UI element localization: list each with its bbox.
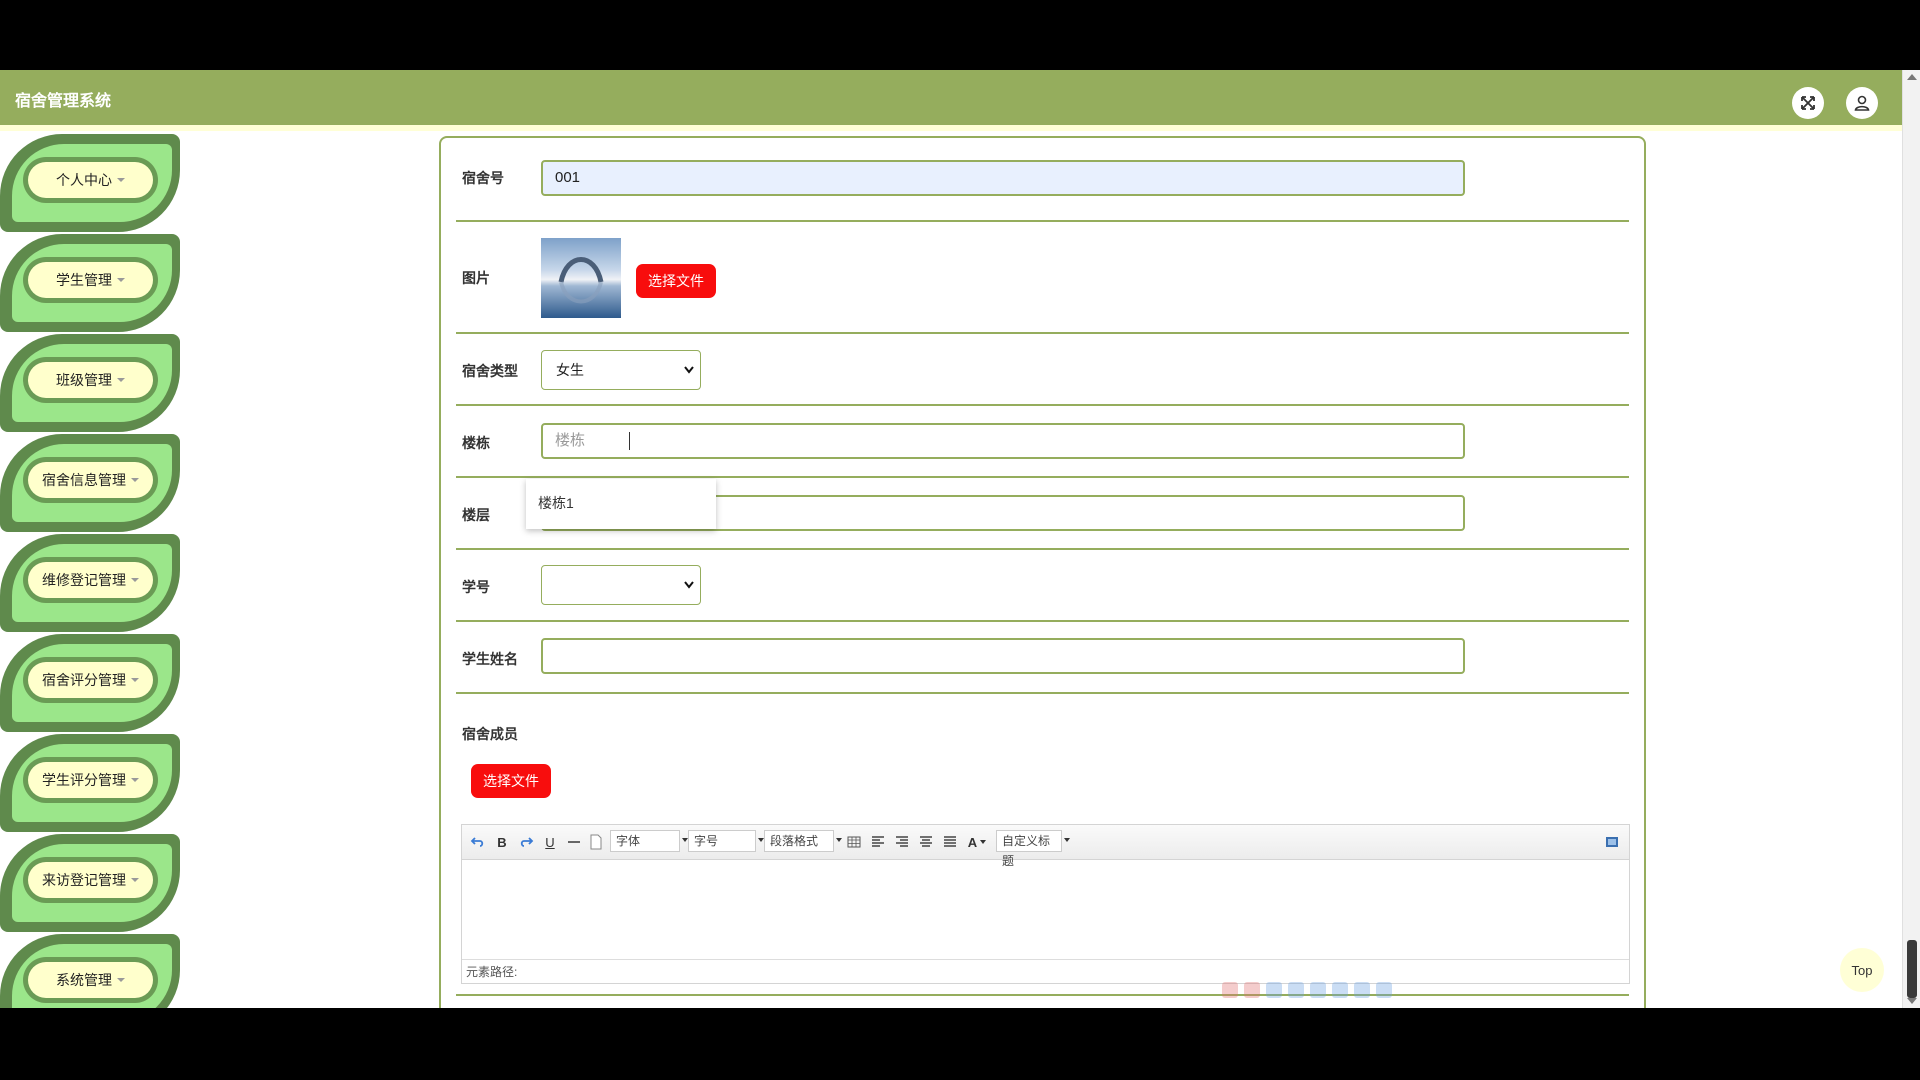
chevron-down-icon (684, 366, 694, 374)
fullscreen-button[interactable] (1792, 87, 1824, 119)
sidebar-item-label: 学生评分管理 (28, 762, 153, 798)
redo-icon[interactable] (518, 833, 534, 851)
sidebar-item-visitor-management[interactable]: 来访登记管理 (0, 834, 180, 934)
horizontal-rule-icon[interactable] (566, 833, 582, 851)
custom-title-combo[interactable]: 自定义标题 (996, 830, 1070, 868)
caret-down-icon (131, 678, 139, 682)
scrollbar-thumb[interactable] (1907, 940, 1917, 998)
app-title: 宿舍管理系统 (15, 93, 112, 110)
caret-down-icon (117, 378, 125, 382)
ime-toolbar (1222, 982, 1392, 1002)
undo-icon[interactable] (470, 833, 486, 851)
caret-down-icon (131, 578, 139, 582)
dorm-no-label: 宿舍号 (462, 170, 504, 186)
dorm-type-selected: 女生 (556, 362, 584, 378)
sidebar-item-label: 班级管理 (28, 362, 153, 398)
user-button[interactable] (1846, 87, 1878, 119)
student-no-select[interactable] (541, 565, 701, 605)
underline-button[interactable]: U (542, 833, 558, 851)
scroll-up-icon[interactable] (1907, 74, 1917, 80)
floor-label: 楼层 (462, 507, 490, 523)
members-choose-file-button[interactable]: 选择文件 (471, 764, 551, 798)
image-label: 图片 (462, 270, 490, 286)
caret-down-icon (117, 278, 125, 282)
element-path-bar: 元素路径: (462, 959, 1629, 983)
fullscreen-editor-icon[interactable] (1604, 833, 1620, 851)
sidebar-item-student-rating-management[interactable]: 学生评分管理 (0, 734, 180, 834)
align-left-icon[interactable] (870, 833, 886, 851)
new-document-icon[interactable] (588, 833, 604, 851)
caret-down-icon (117, 978, 125, 982)
building-placeholder: 楼栋 (555, 432, 586, 449)
sidebar-item-dorm-info-management[interactable]: 宿舍信息管理 (0, 434, 180, 534)
align-justify-icon[interactable] (942, 833, 958, 851)
image-choose-file-button[interactable]: 选择文件 (636, 264, 716, 298)
font-color-button[interactable]: A (966, 833, 988, 851)
user-icon (1854, 95, 1870, 111)
sidebar-item-class-management[interactable]: 班级管理 (0, 334, 180, 434)
align-center-icon[interactable] (918, 833, 934, 851)
sidebar-item-label: 宿舍信息管理 (28, 462, 153, 498)
caret-down-icon (131, 878, 139, 882)
form-row-image: 图片 选择文件 (456, 222, 1629, 334)
building-suggestion-dropdown: 楼栋1 (526, 479, 716, 529)
bridge-image (558, 257, 604, 304)
form-row-dorm-type: 宿舍类型 女生 (456, 334, 1629, 406)
editor-content-area[interactable] (462, 860, 1629, 958)
form-divider (456, 994, 1629, 996)
top-header: 宿舍管理系统 (0, 70, 1902, 125)
dorm-form-card: 宿舍号 001 图片 选择文件 宿舍类型 女生 楼栋 楼栋 楼栋1 楼层 学号 … (439, 136, 1646, 1008)
font-size-combo[interactable]: 字号 (688, 830, 764, 852)
page-scrollbar[interactable] (1902, 70, 1920, 1008)
caret-down-icon (131, 478, 139, 482)
combo-arrow-icon (836, 838, 842, 842)
table-icon[interactable] (846, 833, 862, 851)
sidebar-item-label: 来访登记管理 (28, 862, 153, 898)
fullscreen-icon (1801, 96, 1815, 110)
dorm-type-select[interactable]: 女生 (541, 350, 701, 390)
caret-down-icon (117, 178, 125, 182)
back-to-top-button[interactable]: Top (1840, 948, 1884, 992)
sidebar-item-label: 宿舍评分管理 (28, 662, 153, 698)
building-label: 楼栋 (462, 435, 490, 451)
align-right-icon[interactable] (894, 833, 910, 851)
sidebar-item-repair-management[interactable]: 维修登记管理 (0, 534, 180, 634)
form-row-building: 楼栋 楼栋 (456, 406, 1629, 478)
scroll-down-icon[interactable] (1907, 998, 1917, 1004)
sidebar-item-label: 维修登记管理 (28, 562, 153, 598)
chevron-down-icon (684, 581, 694, 589)
combo-arrow-icon (980, 840, 987, 844)
student-name-label: 学生姓名 (462, 651, 518, 667)
sidebar-item-student-management[interactable]: 学生管理 (0, 234, 180, 334)
rich-text-editor: B U 字体 字号 段落格式 A 自定义标题 元素路径: (461, 824, 1630, 984)
sidebar-item-system-management[interactable]: 系统管理 (0, 934, 180, 1008)
building-suggestion-item[interactable]: 楼栋1 (538, 493, 704, 513)
bold-button[interactable]: B (494, 833, 510, 851)
sidebar-item-label: 学生管理 (28, 262, 153, 298)
dorm-type-label: 宿舍类型 (462, 363, 518, 379)
sidebar-menu: 个人中心 学生管理 班级管理 宿舍信息管理 维修登记管理 宿舍评分管理 学生评分… (0, 134, 190, 1008)
dorm-image-thumbnail (541, 238, 621, 318)
sidebar-item-personal-center[interactable]: 个人中心 (0, 134, 180, 234)
combo-arrow-icon (1064, 838, 1070, 842)
form-row-student-no: 学号 (456, 550, 1629, 622)
sidebar-item-dorm-rating-management[interactable]: 宿舍评分管理 (0, 634, 180, 734)
building-input[interactable]: 楼栋 (541, 423, 1465, 459)
text-cursor-icon (629, 432, 630, 450)
members-label: 宿舍成员 (462, 726, 518, 742)
dorm-no-input[interactable]: 001 (541, 160, 1465, 196)
font-family-combo[interactable]: 字体 (610, 830, 688, 852)
editor-toolbar: B U 字体 字号 段落格式 A 自定义标题 (462, 825, 1629, 868)
sidebar-item-label: 系统管理 (28, 962, 153, 998)
form-row-dorm-no: 宿舍号 001 (456, 138, 1629, 222)
student-no-label: 学号 (462, 579, 490, 595)
caret-down-icon (131, 778, 139, 782)
sidebar-item-label: 个人中心 (28, 162, 153, 198)
app-screen: 宿舍管理系统 个人中心 学生管理 班级管理 宿舍信息管理 维修登记管理 宿舍评分… (0, 70, 1920, 1008)
student-name-input[interactable] (541, 638, 1465, 674)
header-underline (0, 125, 1902, 131)
form-row-student-name: 学生姓名 (456, 622, 1629, 694)
paragraph-format-combo[interactable]: 段落格式 (764, 830, 842, 852)
